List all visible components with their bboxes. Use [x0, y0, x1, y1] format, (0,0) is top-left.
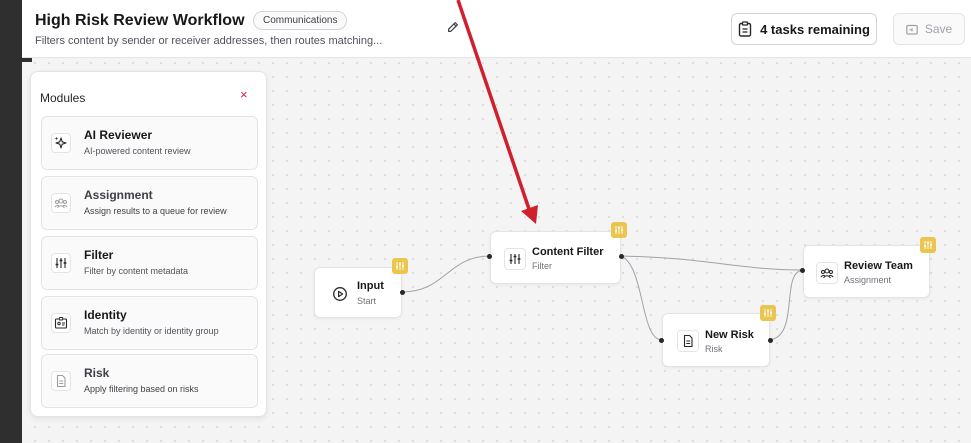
node-handle[interactable] — [619, 254, 624, 259]
node-content-filter[interactable]: Content Filter Filter — [490, 231, 621, 284]
users-icon — [816, 262, 838, 284]
workflow-app: High Risk Review Workflow Communications… — [0, 0, 971, 443]
node-handle[interactable] — [400, 290, 405, 295]
node-handle[interactable] — [659, 338, 664, 343]
node-settings-badge[interactable] — [392, 258, 408, 274]
node-settings-badge[interactable] — [920, 237, 936, 253]
node-handle[interactable] — [800, 268, 805, 273]
sliders-icon — [504, 248, 526, 270]
document-icon — [677, 330, 699, 352]
node-title: New Risk — [705, 329, 754, 341]
edge-filter-to-risk — [620, 255, 663, 341]
edge-input-to-filter — [401, 255, 491, 293]
node-title: Input — [357, 280, 384, 292]
node-review-team[interactable]: Review Team Assignment — [803, 245, 930, 298]
node-title: Review Team — [844, 260, 913, 272]
node-subtitle: Risk — [705, 344, 723, 354]
sliders-icon — [615, 226, 623, 234]
sliders-icon — [924, 241, 932, 249]
workflow-edges — [401, 255, 804, 341]
node-subtitle: Filter — [532, 261, 552, 271]
sliders-icon — [396, 262, 404, 270]
node-handle[interactable] — [768, 338, 773, 343]
play-circle-icon — [329, 283, 351, 305]
node-subtitle: Assignment — [844, 275, 892, 285]
edge-filter-to-review — [620, 255, 804, 271]
node-title: Content Filter — [532, 246, 604, 258]
node-subtitle: Start — [357, 296, 377, 306]
node-handle[interactable] — [487, 254, 492, 259]
sliders-icon — [764, 309, 772, 317]
node-settings-badge[interactable] — [611, 222, 627, 238]
node-new-risk[interactable]: New Risk Risk — [662, 313, 770, 367]
node-input[interactable]: Input Start — [314, 267, 402, 318]
node-settings-badge[interactable] — [760, 305, 776, 321]
